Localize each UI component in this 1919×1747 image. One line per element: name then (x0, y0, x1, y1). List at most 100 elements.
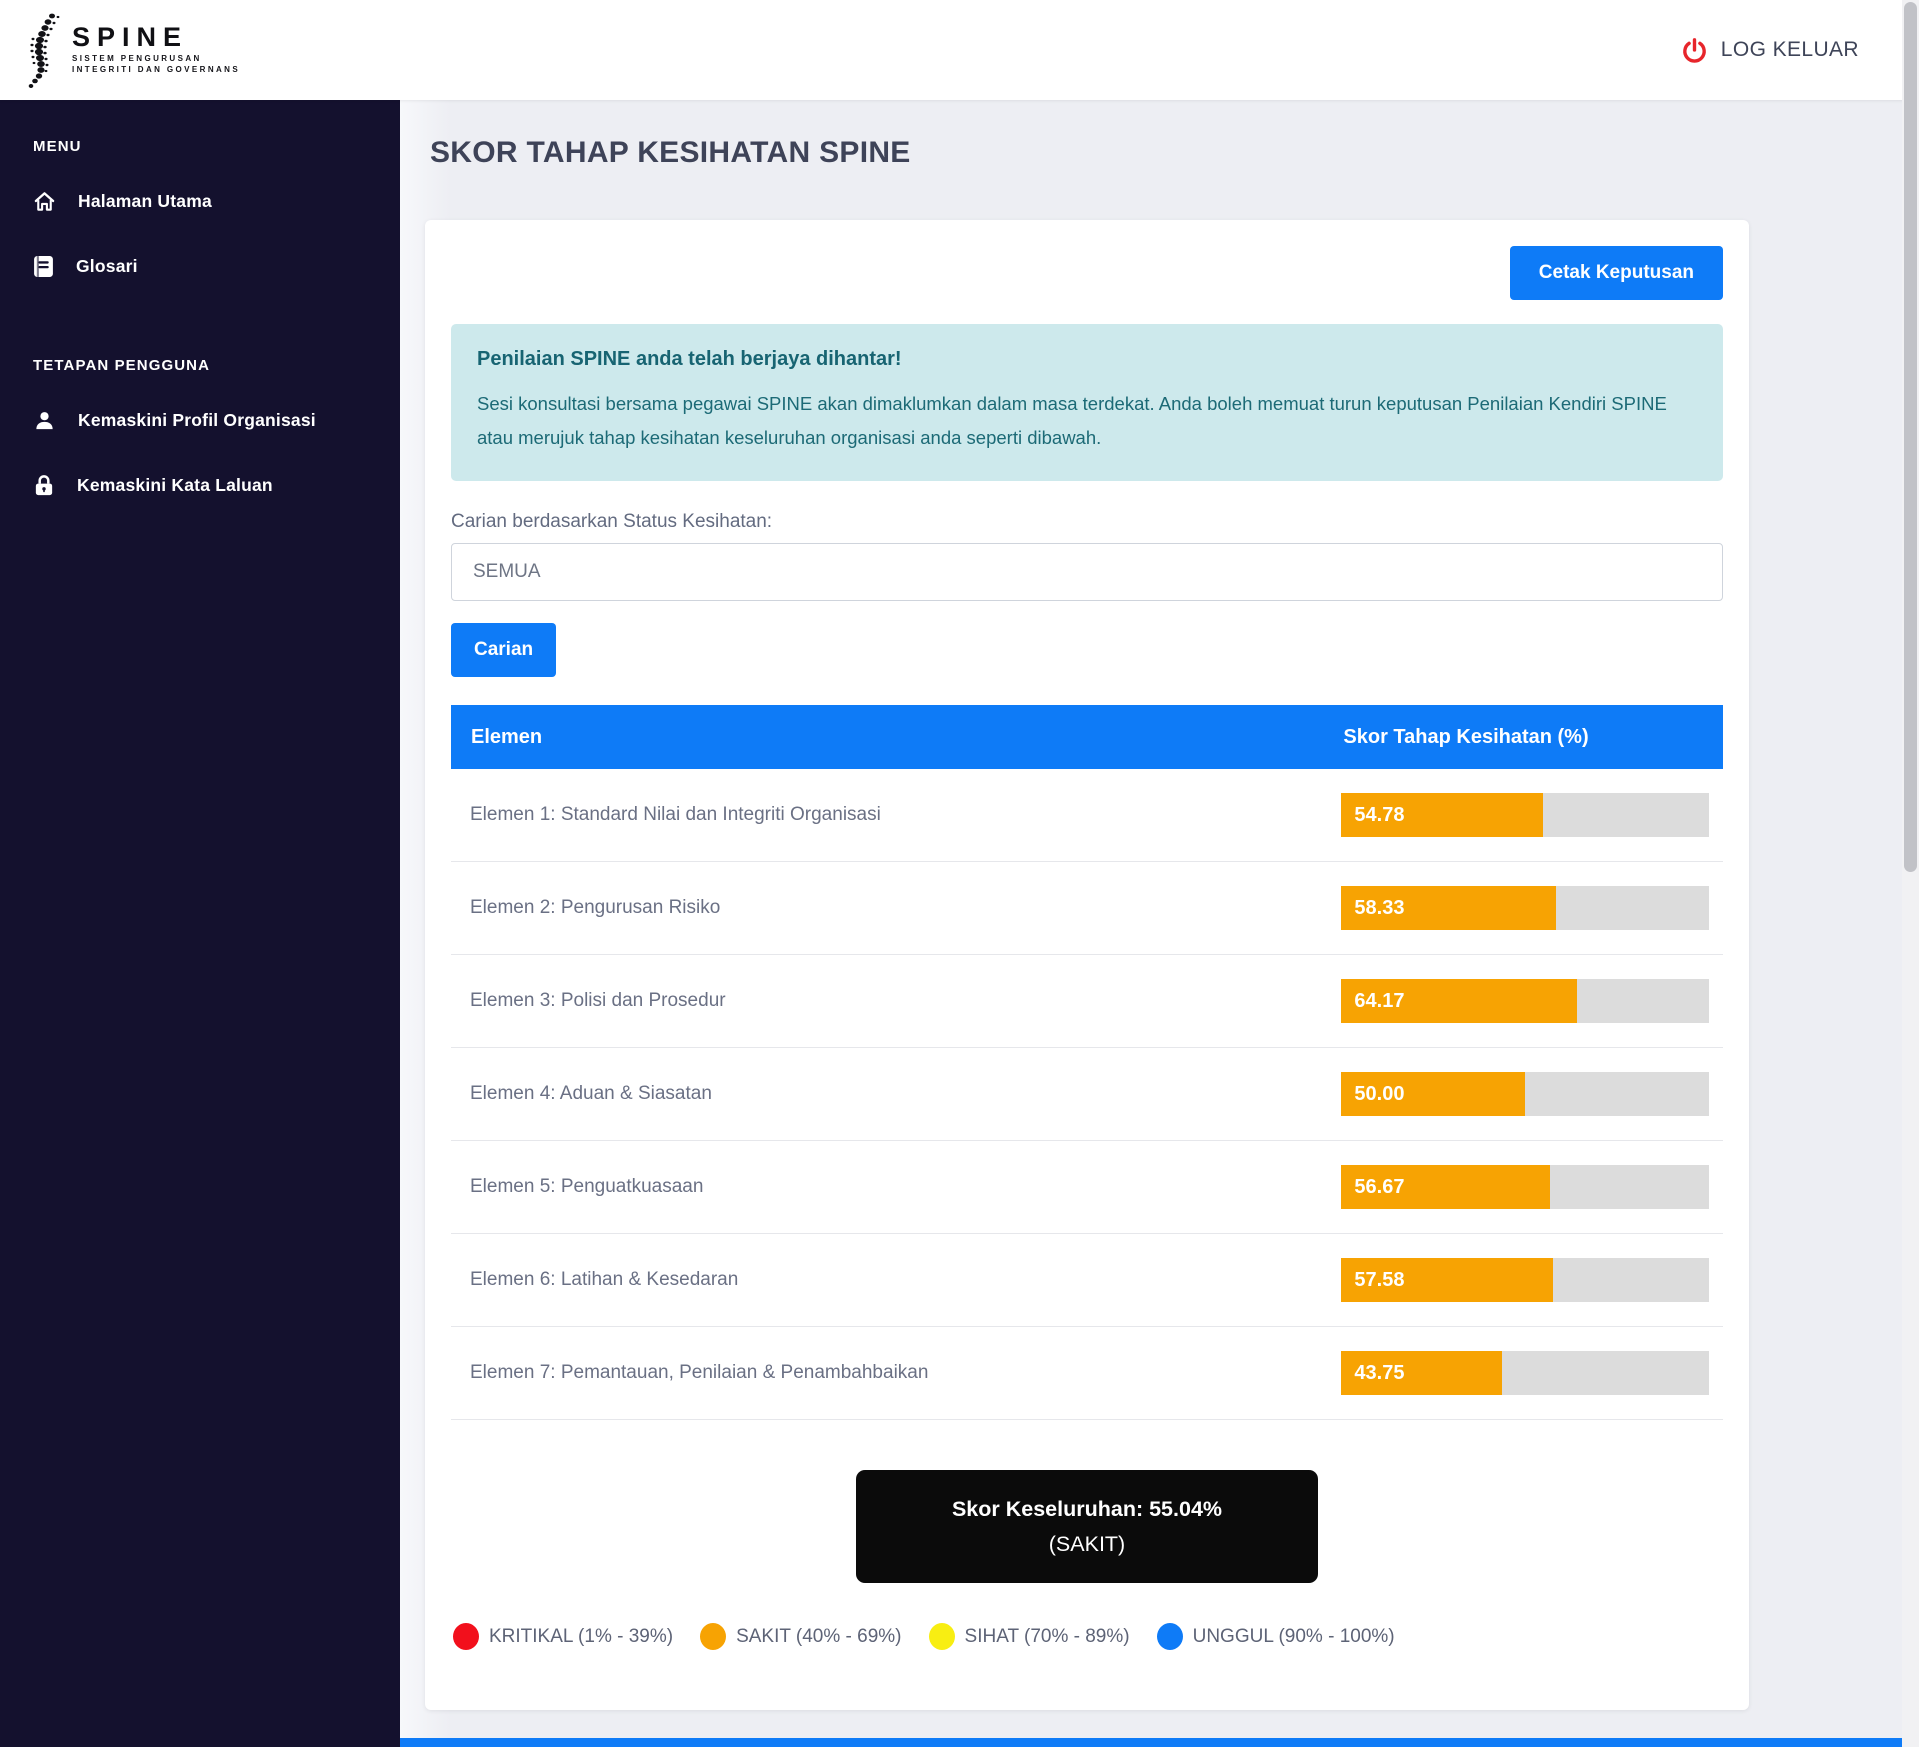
score-value: 57.58 (1341, 1269, 1404, 1292)
legend-label: SAKIT (40% - 69%) (736, 1626, 901, 1648)
scrollbar-thumb[interactable] (1904, 2, 1917, 872)
score-cell: 54.78 (1341, 793, 1723, 837)
sidebar-section-menu: MENU (33, 138, 370, 155)
element-label: Elemen 3: Polisi dan Prosedur (451, 990, 1341, 1012)
status-kesihatan-select[interactable]: SEMUA (451, 543, 1723, 601)
sidebar-item-kemaskini-profil[interactable]: Kemaskini Profil Organisasi (33, 388, 370, 453)
lock-icon (33, 474, 55, 497)
overall-score-box: Skor Keseluruhan: 55.04% (SAKIT) (856, 1470, 1318, 1583)
score-value: 64.17 (1341, 990, 1404, 1013)
score-cell: 50.00 (1341, 1072, 1723, 1116)
legend-label: KRITIKAL (1% - 39%) (489, 1626, 673, 1648)
score-bar-track: 54.78 (1341, 793, 1709, 837)
power-icon (1681, 37, 1708, 64)
score-cell: 57.58 (1341, 1258, 1723, 1302)
score-bar: 57.58 (1341, 1258, 1553, 1302)
legend-status-dot-icon (700, 1623, 726, 1650)
score-value: 54.78 (1341, 804, 1404, 827)
table-row: Elemen 2: Pengurusan Risiko 58.33 (451, 862, 1723, 955)
logo-subtitle-2: INTEGRITI DAN GOVERNANS (72, 65, 240, 76)
logout-label: LOG KELUAR (1721, 38, 1859, 62)
sidebar-item-halaman-utama[interactable]: Halaman Utama (33, 169, 370, 234)
search-label: Carian berdasarkan Status Kesihatan: (451, 511, 1723, 533)
alert-title: Penilaian SPINE anda telah berjaya dihan… (477, 348, 1697, 371)
book-icon (33, 255, 54, 278)
page-title: SKOR TAHAP KESIHATAN SPINE (430, 136, 1902, 170)
score-cell: 64.17 (1341, 979, 1723, 1023)
table-row: Elemen 3: Polisi dan Prosedur 64.17 (451, 955, 1723, 1048)
column-header-skor: Skor Tahap Kesihatan (%) (1341, 726, 1723, 749)
overall-score-text: Skor Keseluruhan: 55.04% (866, 1492, 1308, 1526)
main-content: SKOR TAHAP KESIHATAN SPINE Cetak Keputus… (400, 100, 1902, 1747)
score-cell: 56.67 (1341, 1165, 1723, 1209)
alert-body: Sesi konsultasi bersama pegawai SPINE ak… (477, 387, 1697, 455)
table-row: Elemen 4: Aduan & Siasatan 50.00 (451, 1048, 1723, 1141)
score-bar-track: 57.58 (1341, 1258, 1709, 1302)
score-bar-track: 50.00 (1341, 1072, 1709, 1116)
score-value: 50.00 (1341, 1083, 1404, 1106)
score-bar: 56.67 (1341, 1165, 1549, 1209)
sidebar-item-label: Glosari (76, 256, 138, 277)
sidebar-item-glosari[interactable]: Glosari (33, 234, 370, 299)
spine-logo: SPINE SISTEM PENGURUSAN INTEGRITI DAN GO… (22, 11, 240, 89)
status-legend: KRITIKAL (1% - 39%) SAKIT (40% - 69%) SI… (451, 1623, 1723, 1650)
score-table: Elemen Skor Tahap Kesihatan (%) Elemen 1… (451, 705, 1723, 1420)
home-icon (33, 190, 56, 213)
legend-status-dot-icon (929, 1623, 955, 1650)
score-bar: 50.00 (1341, 1072, 1525, 1116)
table-row: Elemen 7: Pemantauan, Penilaian & Penamb… (451, 1327, 1723, 1420)
element-label: Elemen 5: Penguatkuasaan (451, 1176, 1341, 1198)
sidebar-item-label: Kemaskini Kata Laluan (77, 475, 273, 496)
element-label: Elemen 6: Latihan & Kesedaran (451, 1269, 1341, 1291)
score-bar-track: 56.67 (1341, 1165, 1709, 1209)
score-value: 43.75 (1341, 1362, 1404, 1385)
score-bar: 64.17 (1341, 979, 1577, 1023)
sidebar-item-label: Kemaskini Profil Organisasi (78, 410, 316, 431)
score-value: 56.67 (1341, 1176, 1404, 1199)
sidebar-item-label: Halaman Utama (78, 191, 212, 212)
select-value: SEMUA (473, 561, 541, 583)
sidebar-item-kemaskini-kata-laluan[interactable]: Kemaskini Kata Laluan (33, 453, 370, 518)
overall-status-text: (SAKIT) (866, 1527, 1308, 1561)
table-row: Elemen 6: Latihan & Kesedaran 57.58 (451, 1234, 1723, 1327)
success-alert: Penilaian SPINE anda telah berjaya dihan… (451, 324, 1723, 481)
score-bar-track: 64.17 (1341, 979, 1709, 1023)
legend-status-dot-icon (453, 1623, 479, 1650)
footer-accent-bar (400, 1738, 1902, 1747)
score-bar-track: 43.75 (1341, 1351, 1709, 1395)
score-bar: 54.78 (1341, 793, 1542, 837)
top-header: SPINE SISTEM PENGURUSAN INTEGRITI DAN GO… (0, 0, 1919, 100)
score-bar-track: 58.33 (1341, 886, 1709, 930)
spine-graphic-icon (22, 11, 68, 89)
logo-subtitle-1: SISTEM PENGURUSAN (72, 54, 240, 65)
table-body: Elemen 1: Standard Nilai dan Integriti O… (451, 769, 1723, 1420)
column-header-elemen: Elemen (451, 726, 1341, 749)
user-icon (33, 409, 56, 432)
legend-status-dot-icon (1157, 1623, 1183, 1650)
score-bar: 43.75 (1341, 1351, 1502, 1395)
table-row: Elemen 1: Standard Nilai dan Integriti O… (451, 769, 1723, 862)
score-cell: 58.33 (1341, 886, 1723, 930)
element-label: Elemen 7: Pemantauan, Penilaian & Penamb… (451, 1362, 1341, 1384)
legend-item: UNGGUL (90% - 100%) (1157, 1623, 1395, 1650)
carian-button[interactable]: Carian (451, 623, 556, 677)
cetak-keputusan-button[interactable]: Cetak Keputusan (1510, 246, 1723, 300)
element-label: Elemen 1: Standard Nilai dan Integriti O… (451, 804, 1341, 826)
logout-button[interactable]: LOG KELUAR (1681, 37, 1859, 64)
element-label: Elemen 4: Aduan & Siasatan (451, 1083, 1341, 1105)
table-row: Elemen 5: Penguatkuasaan 56.67 (451, 1141, 1723, 1234)
results-card: Cetak Keputusan Penilaian SPINE anda tel… (425, 220, 1749, 1710)
score-cell: 43.75 (1341, 1351, 1723, 1395)
logo-title: SPINE (72, 24, 240, 51)
score-bar: 58.33 (1341, 886, 1555, 930)
element-label: Elemen 2: Pengurusan Risiko (451, 897, 1341, 919)
score-value: 58.33 (1341, 897, 1404, 920)
table-header-row: Elemen Skor Tahap Kesihatan (%) (451, 705, 1723, 769)
legend-item: KRITIKAL (1% - 39%) (453, 1623, 673, 1650)
page-scrollbar[interactable] (1902, 0, 1919, 1747)
sidebar-section-tetapan: TETAPAN PENGGUNA (33, 357, 370, 374)
sidebar: MENU Halaman Utama Glosari TETAPAN PENGG… (0, 100, 400, 1747)
legend-label: SIHAT (70% - 89%) (965, 1626, 1130, 1648)
legend-label: UNGGUL (90% - 100%) (1193, 1626, 1395, 1648)
legend-item: SIHAT (70% - 89%) (929, 1623, 1130, 1650)
